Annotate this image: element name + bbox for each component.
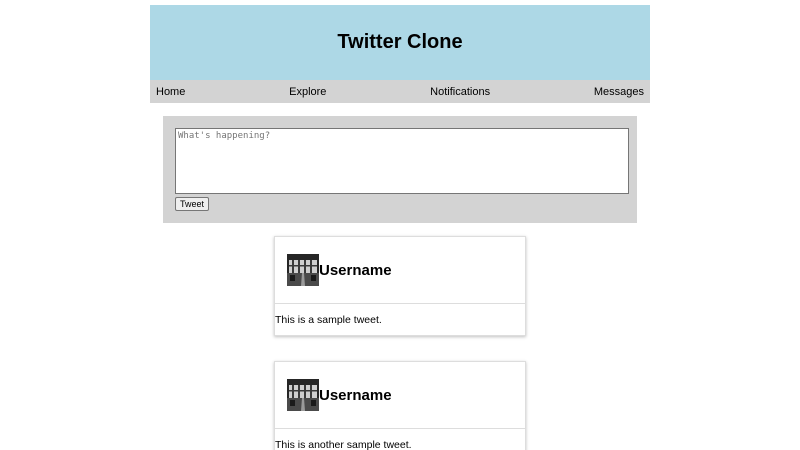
tweet-text: This is a sample tweet. <box>275 314 382 326</box>
tweet-button[interactable]: Tweet <box>175 197 210 211</box>
main-nav: Home Explore Notifications Messages <box>150 80 650 103</box>
tweet-username[interactable]: Username <box>319 387 392 404</box>
site-header: Twitter Clone <box>150 5 650 80</box>
tweet-card: Username This is another sample tweet. <box>274 361 526 450</box>
page: Twitter Clone Home Explore Notifications… <box>0 0 800 450</box>
avatar-photo-icon <box>287 254 319 286</box>
site-title: Twitter Clone <box>337 31 463 53</box>
tweet-header: Username <box>275 237 525 304</box>
nav-link-home[interactable]: Home <box>156 86 185 98</box>
tweet-text: This is another sample tweet. <box>275 439 412 450</box>
tweet-header: Username <box>275 362 525 429</box>
nav-link-messages[interactable]: Messages <box>594 86 644 98</box>
tweet-composer: Tweet <box>163 116 637 223</box>
avatar-photo-image <box>287 254 319 286</box>
tweet-username[interactable]: Username <box>319 262 392 279</box>
avatar-photo-image <box>287 379 319 411</box>
nav-link-explore[interactable]: Explore <box>289 86 326 98</box>
avatar-photo-icon <box>287 379 319 411</box>
tweet-card: Username This is a sample tweet. <box>274 236 526 336</box>
nav-link-notifications[interactable]: Notifications <box>430 86 490 98</box>
tweet-input[interactable] <box>175 128 629 194</box>
